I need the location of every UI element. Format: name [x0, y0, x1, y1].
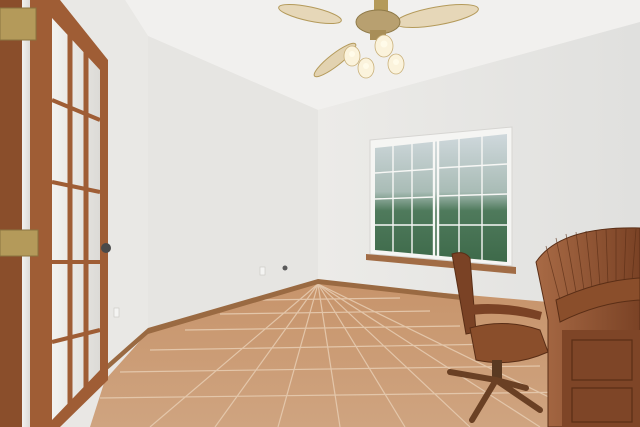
door-glass [52, 18, 100, 420]
cable-jack [282, 265, 288, 271]
door-hinge [0, 229, 39, 257]
door-handle [101, 243, 111, 253]
roll-top-desk [535, 227, 640, 427]
window [366, 126, 516, 274]
room-photo [0, 0, 640, 427]
wall-outlet [113, 307, 120, 318]
wall-outlet [259, 266, 266, 276]
door-hinge [0, 7, 37, 41]
french-door [0, 0, 111, 427]
